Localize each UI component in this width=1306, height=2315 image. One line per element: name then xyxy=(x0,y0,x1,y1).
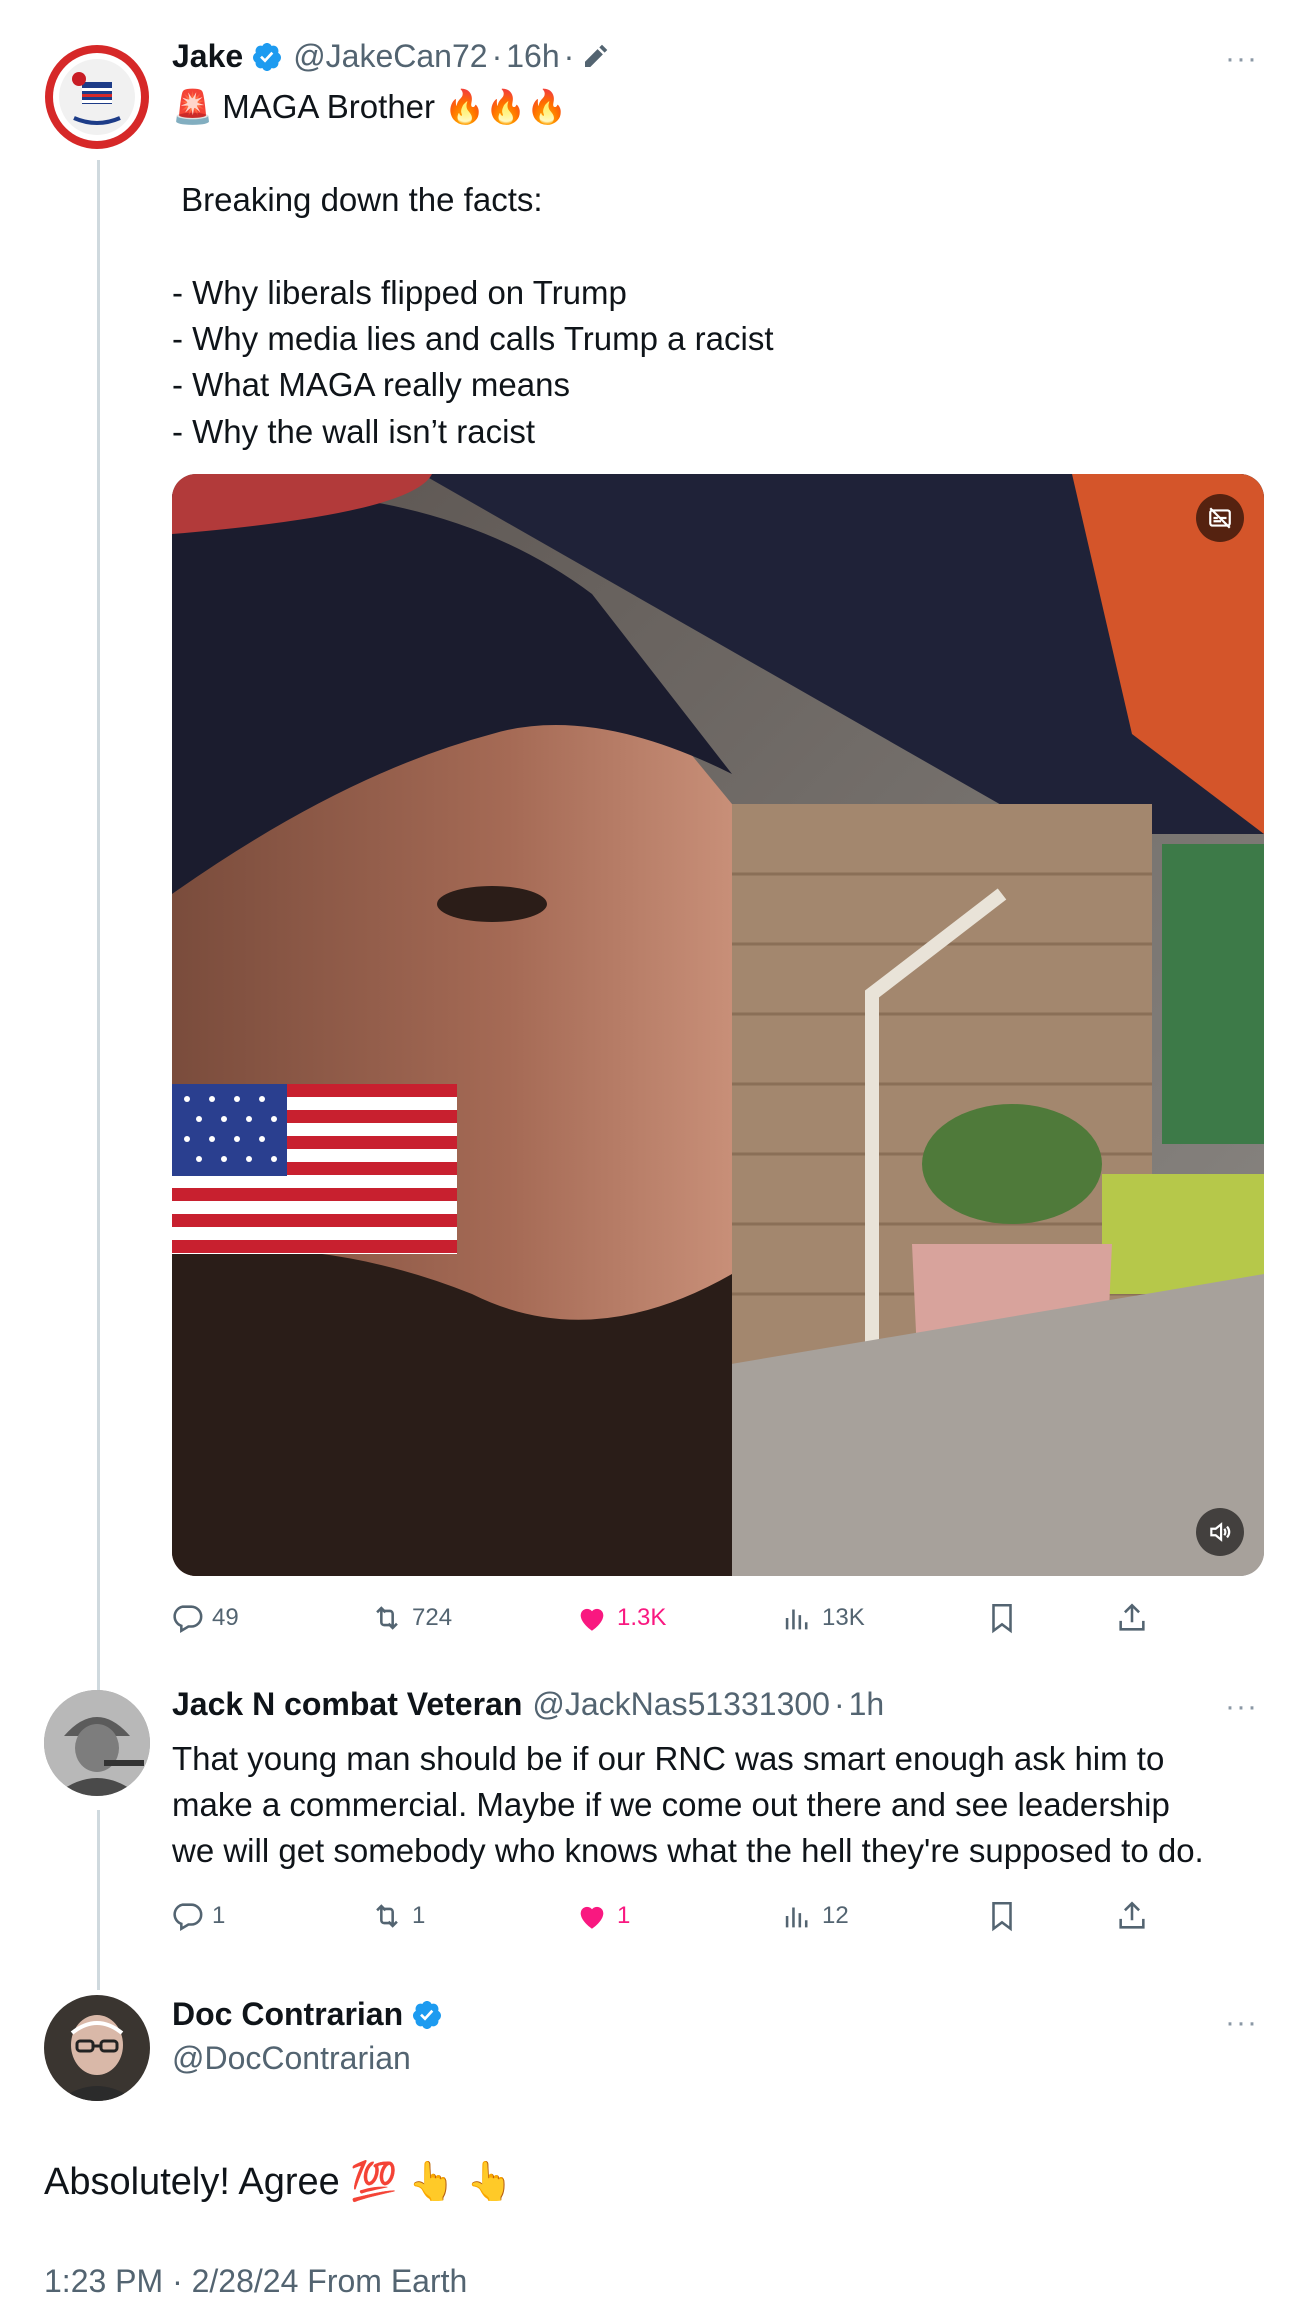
repost-button[interactable]: 1 xyxy=(370,1894,425,1938)
views-button[interactable]: 12 xyxy=(780,1894,849,1938)
thread-line-bottom xyxy=(97,1810,100,1990)
post-time[interactable]: 1h xyxy=(849,1686,885,1723)
veteran-photo xyxy=(44,1690,150,1796)
reply-icon xyxy=(173,1605,203,1634)
repost-count: 1 xyxy=(412,1902,426,1929)
reply-body-line: make a commercial. Maybe if we come out … xyxy=(172,1786,1170,1823)
repost-button[interactable]: 724 xyxy=(370,1596,452,1640)
share-icon xyxy=(1119,1901,1145,1929)
edited-pencil-icon[interactable] xyxy=(580,42,610,72)
post-header-doc: Doc Contrarian xyxy=(172,1996,443,2033)
author-handle[interactable]: @DocContrarian xyxy=(172,2040,411,2077)
focused-post-text: Absolutely! Agree 💯 👆 👆 xyxy=(44,2161,514,2203)
separator: · xyxy=(563,38,575,74)
reply-body-line: That young man should be if our RNC was … xyxy=(172,1740,1165,1777)
post-body-line: - Why the wall isn’t racist xyxy=(172,413,536,450)
more-options-icon[interactable]: ··· xyxy=(1225,2006,1258,2040)
like-count: 1 xyxy=(617,1902,631,1929)
share-icon xyxy=(1119,1603,1145,1631)
thread-line-top xyxy=(97,160,100,1695)
author-handle[interactable]: @JakeCan72 xyxy=(293,38,487,75)
bookmark-icon xyxy=(992,1603,1012,1634)
author-name[interactable]: Doc Contrarian xyxy=(172,1996,403,2033)
heart-filled-icon xyxy=(580,1906,604,1929)
post-timestamp[interactable]: 1:23 PM · 2/28/24 From Earth xyxy=(44,2258,467,2304)
avatar-jake[interactable] xyxy=(44,44,150,150)
post-body-line: Breaking down the facts: xyxy=(172,181,543,218)
views-chart-icon xyxy=(785,1907,808,1928)
verified-badge-icon xyxy=(253,42,282,71)
share-button[interactable] xyxy=(1115,1596,1157,1640)
volume-icon xyxy=(1210,1522,1231,1542)
separator: · xyxy=(491,38,503,74)
author-name[interactable]: Jack N combat Veteran xyxy=(172,1686,522,1723)
like-count: 1.3K xyxy=(617,1604,667,1631)
reply-count: 49 xyxy=(212,1604,239,1631)
post-body-line: - What MAGA really means xyxy=(172,366,570,403)
reply-header-jack: Jack N combat Veteran @JackNas51331300 ·… xyxy=(172,1686,884,1723)
share-button[interactable] xyxy=(1115,1894,1157,1938)
avatar-jack[interactable] xyxy=(44,1690,150,1796)
reply-count: 1 xyxy=(212,1902,226,1929)
repost-icon xyxy=(376,1606,398,1630)
more-options-icon[interactable]: ··· xyxy=(1225,1690,1258,1724)
bookmark-button[interactable] xyxy=(985,1894,1027,1938)
avatar-doc[interactable] xyxy=(44,1995,150,2101)
captions-button[interactable] xyxy=(1196,494,1244,542)
siren-emoji: 🚨 xyxy=(172,88,214,125)
reply-icon xyxy=(173,1903,203,1932)
fire-emojis: 🔥🔥🔥 xyxy=(444,88,568,125)
video-player[interactable] xyxy=(172,474,1264,1576)
mute-button[interactable] xyxy=(1196,1508,1244,1556)
post-body-line: - Why liberals flipped on Trump xyxy=(172,274,627,311)
post-header-jake: Jake @JakeCan72 · 16h · xyxy=(172,38,610,75)
bookmark-icon xyxy=(992,1901,1012,1932)
views-chart-icon xyxy=(785,1609,808,1630)
heart-filled-icon xyxy=(580,1608,604,1631)
subject-text: MAGA Brother xyxy=(222,88,436,125)
video-frame xyxy=(172,474,1264,1576)
post-time[interactable]: 16h xyxy=(506,38,559,75)
author-name[interactable]: Jake xyxy=(172,38,243,75)
action-bar: 1 1 1 12 xyxy=(170,1894,1150,1938)
repost-count: 724 xyxy=(412,1604,453,1631)
post-subject: 🚨 MAGA Brother 🔥🔥🔥 xyxy=(172,84,567,130)
post-body-line: - Why media lies and calls Trump a racis… xyxy=(172,320,774,357)
reply-body-line: we will get somebody who knows what the … xyxy=(172,1832,1204,1869)
like-button[interactable]: 1.3K xyxy=(575,1596,666,1640)
doc-portrait xyxy=(44,1995,150,2101)
view-count: 12 xyxy=(822,1902,849,1929)
reply-button[interactable]: 1 xyxy=(170,1894,225,1938)
bookmark-button[interactable] xyxy=(985,1596,1027,1640)
verified-badge-icon xyxy=(413,2000,442,2029)
more-options-icon[interactable]: ··· xyxy=(1225,42,1258,76)
like-button[interactable]: 1 xyxy=(575,1894,630,1938)
author-handle[interactable]: @JackNas51331300 xyxy=(532,1686,830,1723)
patriot-emblem-icon xyxy=(45,45,149,149)
reply-button[interactable]: 49 xyxy=(170,1596,239,1640)
action-bar: 49 724 1.3K 13K xyxy=(170,1596,1150,1640)
views-button[interactable]: 13K xyxy=(780,1596,865,1640)
captions-icon xyxy=(1209,507,1231,529)
repost-icon xyxy=(376,1904,398,1928)
view-count: 13K xyxy=(822,1604,865,1631)
separator: · xyxy=(833,1686,845,1722)
